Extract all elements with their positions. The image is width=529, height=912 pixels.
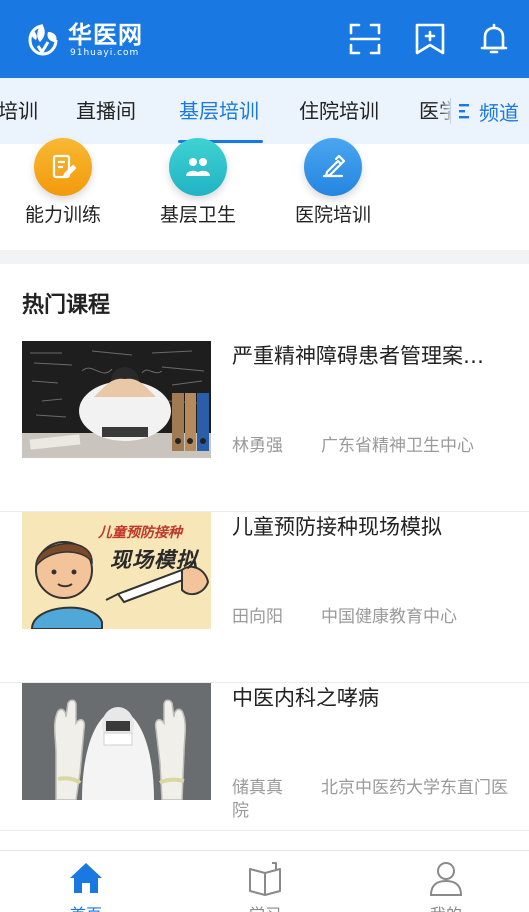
thumbnail-caption: 儿童预防接种	[98, 525, 182, 541]
course-item[interactable]: 严重精神障碍患者管理案… 林勇强 广东省精神卫生中心	[0, 341, 529, 512]
group-icon	[169, 138, 227, 196]
hand-pen-icon	[304, 138, 362, 196]
course-title: 中医内科之哮病	[232, 686, 379, 710]
channel-button[interactable]: 频道	[450, 78, 529, 144]
nav-study[interactable]: 学习	[215, 859, 315, 912]
bell-icon[interactable]	[477, 22, 511, 56]
category-ability-training[interactable]: 能力训练	[8, 138, 118, 228]
category-primary-health[interactable]: 基层卫生	[143, 138, 253, 228]
category-label: 基层卫生	[159, 204, 236, 226]
bottom-nav: 首页 学习 我的	[0, 850, 529, 912]
channel-tabs: 培训 直播间 基层培训 住院培训 医学 频道	[0, 78, 529, 144]
course-author: 储真真院	[232, 778, 283, 821]
course-organization: 北京中医药大学东直门医	[321, 778, 508, 798]
course-organization: 广东省精神卫生中心	[321, 436, 474, 456]
course-item[interactable]: 儿童预防接种 现场模拟 儿童预防接种现场模拟 田向阳 中国健康教育中心	[0, 512, 529, 683]
hot-courses-title: 热门课程	[22, 293, 111, 318]
course-title: 严重精神障碍患者管理案…	[232, 344, 484, 368]
course-title: 儿童预防接种现场模拟	[232, 515, 442, 539]
category-label: 能力训练	[24, 204, 101, 226]
nav-label: 首页	[36, 901, 136, 912]
nav-mine[interactable]: 我的	[396, 859, 496, 912]
bookmark-add-icon[interactable]	[413, 22, 447, 56]
tab-primary-training[interactable]: 基层培训	[179, 78, 259, 144]
course-author: 林勇强	[232, 436, 283, 456]
category-label: 医院培训	[294, 204, 371, 226]
divider	[450, 98, 451, 124]
tab-training[interactable]: 培训	[0, 78, 38, 144]
tab-live[interactable]: 直播间	[76, 78, 136, 144]
nav-home[interactable]: 首页	[36, 859, 136, 912]
course-author: 田向阳	[232, 607, 283, 627]
course-thumbnail	[22, 341, 211, 458]
course-thumbnail: 儿童预防接种 现场模拟	[22, 512, 211, 629]
nav-label: 学习	[215, 901, 315, 912]
channel-label: 频道	[479, 100, 519, 125]
top-header: 华医网 91huayi.com	[0, 0, 529, 78]
logo-cn-text: 华医网	[68, 21, 143, 49]
list-icon	[459, 104, 469, 119]
logo-icon	[28, 24, 58, 56]
person-icon	[429, 862, 463, 896]
course-organization: 中国健康教育中心	[321, 607, 457, 627]
book-icon	[249, 862, 281, 896]
app-logo[interactable]: 华医网 91huayi.com	[22, 18, 143, 62]
logo-en-text: 91huayi.com	[70, 48, 140, 58]
course-item[interactable]: 中医内科之哮病 储真真院 北京中医药大学东直门医	[0, 683, 529, 831]
document-edit-icon	[34, 138, 92, 196]
tab-residency-training[interactable]: 住院培训	[299, 78, 379, 144]
home-icon	[70, 863, 102, 893]
thumbnail-caption: 现场模拟	[110, 548, 198, 572]
scan-icon[interactable]	[348, 22, 382, 56]
category-hospital-training[interactable]: 医院培训	[278, 138, 388, 228]
nav-label: 我的	[396, 901, 496, 912]
section-divider	[0, 250, 529, 264]
course-thumbnail	[22, 683, 211, 800]
